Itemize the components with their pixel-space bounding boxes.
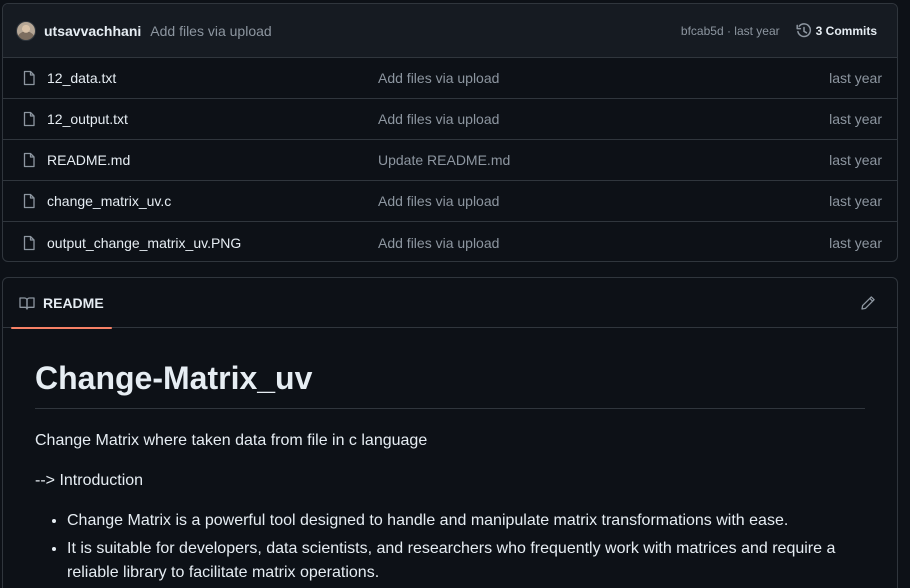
file-commit-message[interactable]: Add files via upload — [378, 193, 829, 209]
file-commit-message[interactable]: Add files via upload — [378, 111, 829, 127]
file-row[interactable]: 12_output.txt Add files via upload last … — [3, 99, 897, 140]
commit-author-link[interactable]: utsavvachhani — [44, 23, 141, 39]
readme-intro-heading: --> Introduction — [35, 471, 144, 489]
file-row[interactable]: README.md Update README.md last year — [3, 140, 897, 181]
file-commit-age: last year — [829, 111, 882, 127]
file-name-link[interactable]: 12_data.txt — [47, 70, 378, 86]
file-name-link[interactable]: README.md — [47, 152, 378, 168]
file-commit-message[interactable]: Update README.md — [378, 152, 829, 168]
file-name-link[interactable]: change_matrix_uv.c — [47, 193, 378, 209]
readme-tab-label: README — [43, 294, 104, 311]
list-item: Change Matrix is a powerful tool designe… — [67, 509, 865, 533]
pencil-icon[interactable] — [860, 295, 876, 311]
file-commit-age: last year — [829, 234, 882, 251]
avatar[interactable] — [16, 20, 36, 41]
file-name-link[interactable]: output_change_matrix_uv.PNG — [47, 235, 378, 251]
readme-panel: README Change-Matrix_uv Change Matrix wh… — [2, 277, 898, 588]
file-browser: utsavvachhani Add files via upload bfcab… — [2, 3, 898, 262]
file-icon — [23, 235, 35, 250]
file-commit-message[interactable]: Add files via upload — [378, 70, 829, 86]
file-name-link[interactable]: 12_output.txt — [47, 111, 378, 127]
book-icon — [19, 296, 35, 310]
latest-commit-bar: utsavvachhani Add files via upload bfcab… — [3, 4, 897, 58]
file-icon — [23, 193, 35, 209]
file-row[interactable]: output_change_matrix_uv.PNG Add files vi… — [3, 222, 897, 261]
history-icon — [796, 22, 811, 37]
file-icon — [23, 70, 35, 86]
commit-hash-age[interactable]: bfcab5d · last year — [681, 24, 780, 38]
readme-content: Change-Matrix_uv Change Matrix where tak… — [3, 328, 897, 585]
file-row[interactable]: 12_data.txt Add files via upload last ye… — [3, 58, 897, 99]
tab-readme[interactable]: README — [11, 278, 112, 329]
file-commit-age: last year — [829, 152, 882, 168]
file-commit-age: last year — [829, 193, 882, 209]
file-row[interactable]: change_matrix_uv.c Add files via upload … — [3, 181, 897, 222]
file-commit-age: last year — [829, 70, 882, 86]
readme-title: Change-Matrix_uv — [35, 361, 865, 409]
readme-description: Change Matrix where taken data from file… — [35, 431, 428, 449]
file-commit-message[interactable]: Add files via upload — [378, 235, 829, 251]
readme-header: README — [3, 278, 897, 329]
list-item: It is suitable for developers, data scie… — [67, 537, 865, 585]
file-icon — [23, 152, 35, 168]
latest-commit-message[interactable]: Add files via upload — [150, 23, 271, 39]
readme-bullet-list: Change Matrix is a powerful tool designe… — [35, 509, 865, 585]
commits-history-button[interactable]: 3 Commits — [796, 22, 877, 39]
commits-count-label: 3 Commits — [815, 23, 877, 38]
file-icon — [23, 111, 35, 127]
